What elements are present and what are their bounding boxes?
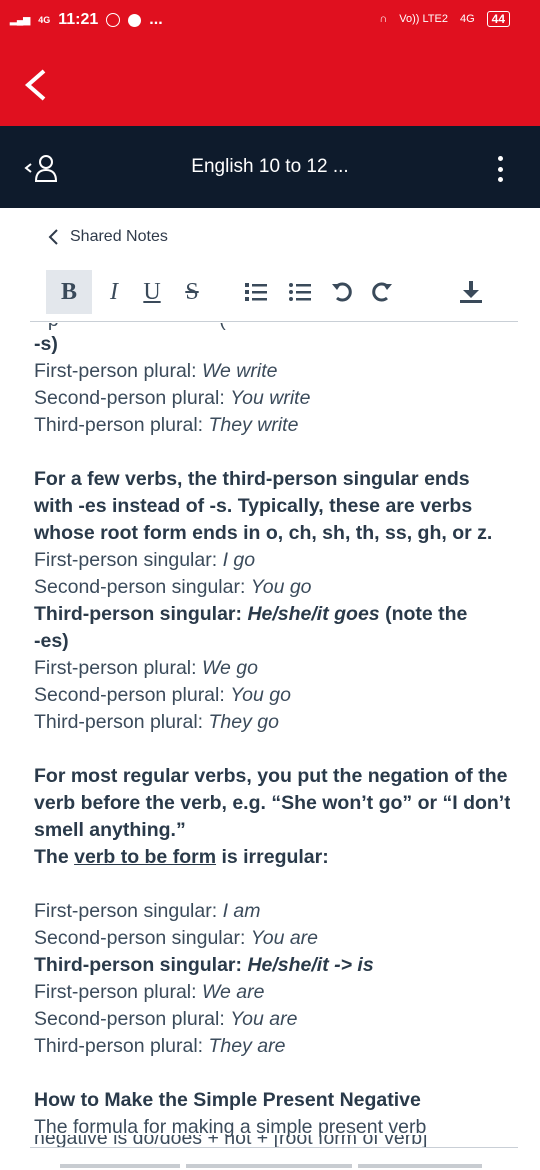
note-line: Third-person singular: He/she/it -> is [34,954,374,976]
note-line: Third-person singular: He/she/it goes (n… [34,603,468,625]
note-line: First-person plural: We write [34,360,278,382]
note-line: For a few verbs, the third-person singul… [34,468,470,490]
note-line: Second-person plural: You go [34,684,291,706]
redo-icon[interactable] [368,270,396,314]
note-line: Second-person plural: You write [34,387,311,409]
note-line: Third-person plural: They are [34,1035,286,1057]
clipped-line: - p - - - - - - - - - - - ( [34,323,510,331]
undo-icon[interactable] [328,270,356,314]
note-line: First-person singular: I am [34,900,261,922]
breadcrumb-label: Shared Notes [70,228,168,245]
headphones-icon: ∩ [379,13,388,25]
chevron-left-icon[interactable] [22,68,52,102]
editor-bottom-divider [30,1147,518,1148]
note-line: Second-person plural: You are [34,1008,298,1030]
scroll-indicator[interactable] [358,1164,482,1168]
volte-label: Vo)) LTE2 [399,13,448,25]
app-bar [0,44,540,126]
clock: 11:21 [58,11,99,28]
underline-button[interactable]: U [138,270,166,314]
note-line: -s) [34,333,58,355]
status-bar: ▂▄▆ 4G 11:21 ... ∩ Vo)) LTE2 4G 44 [0,0,540,44]
note-line: smell anything.” [34,819,186,841]
note-line: Third-person plural: They go [34,711,279,733]
ordered-list-icon[interactable] [242,270,270,314]
clipped-line: negative is do/does + not + [root form o… [34,1135,428,1147]
download-icon[interactable] [456,270,486,314]
verb-to-be-link[interactable]: verb to be form [74,846,216,868]
note-line: For most regular verbs, you put the nega… [34,765,508,787]
network-label: 4G [38,14,51,25]
signal-icon: ▂▄▆ [10,14,31,25]
course-title: English 10 to 12 ... [191,156,349,177]
toolbar-divider [30,321,518,322]
battery-icon: 44 [486,11,510,27]
bold-button[interactable]: B [46,270,92,314]
format-toolbar: B I U S [46,270,496,314]
scroll-indicator[interactable] [186,1164,352,1168]
italic-button[interactable]: I [100,270,128,314]
note-line: Third-person plural: They write [34,414,299,436]
scroll-indicator[interactable] [60,1164,180,1168]
note-line: whose root form ends in o, ch, sh, th, s… [34,522,493,544]
kebab-icon[interactable] [498,156,504,182]
notification-icon [128,13,142,27]
note-line: First-person plural: We are [34,981,265,1003]
network2-label: 4G [459,13,475,25]
note-line: with -es instead of -s. Typically, these… [34,495,473,517]
note-line: Second-person singular: You are [34,927,319,949]
note-line: verb before the verb, e.g. “She won’t go… [34,792,510,814]
breadcrumb[interactable]: Shared Notes [48,228,168,246]
note-line: First-person singular: I go [34,549,256,571]
note-line: -es) [34,630,69,652]
unordered-list-icon[interactable] [286,270,314,314]
more-notifications: ... [149,11,163,28]
note-editor[interactable]: - p - - - - - - - - - - - ( -s) First-pe… [34,323,510,1145]
note-heading: How to Make the Simple Present Negative [34,1089,421,1111]
course-navbar: English 10 to 12 ... [0,126,540,208]
chevron-left-small-icon [48,229,58,245]
strikethrough-button[interactable]: S [178,270,206,314]
note-line: First-person plural: We go [34,657,258,679]
note-line: The verb to be form is irregular: [34,846,329,868]
note-line: Second-person singular: You go [34,576,312,598]
status-right: ∩ Vo)) LTE2 4G 44 [379,11,510,27]
status-left: ▂▄▆ 4G 11:21 ... [10,11,163,29]
whatsapp-icon [106,13,121,27]
